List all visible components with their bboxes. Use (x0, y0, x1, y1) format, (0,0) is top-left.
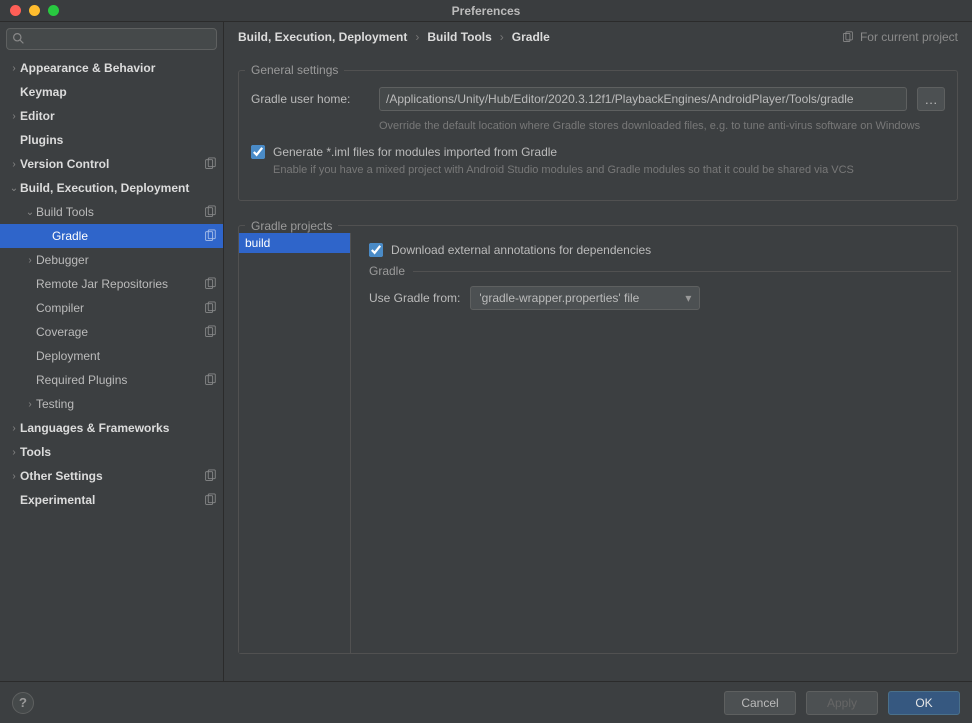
breadcrumb-part: Gradle (512, 30, 550, 44)
titlebar: Preferences (0, 0, 972, 22)
sidebar-item-experimental[interactable]: Experimental (0, 488, 223, 512)
gradle-home-hint: Override the default location where Grad… (379, 119, 945, 133)
sidebar-item-deployment[interactable]: Deployment (0, 344, 223, 368)
download-annotations-label: Download external annotations for depend… (391, 243, 651, 257)
sidebar-item-build-execution-deployment[interactable]: ⌄Build, Execution, Deployment (0, 176, 223, 200)
sidebar-item-label: Remote Jar Repositories (36, 277, 203, 291)
project-scope-icon (203, 493, 217, 507)
expander-icon: › (8, 423, 20, 434)
project-scope-icon (203, 229, 217, 243)
sidebar-item-remote-jar-repositories[interactable]: Remote Jar Repositories (0, 272, 223, 296)
chevron-right-icon: › (415, 30, 419, 44)
sidebar-item-label: Compiler (36, 301, 203, 315)
sidebar-item-label: Appearance & Behavior (20, 61, 217, 75)
sidebar-item-label: Other Settings (20, 469, 203, 483)
expander-icon: ⌄ (24, 207, 36, 218)
sidebar-item-label: Tools (20, 445, 217, 459)
sidebar-item-coverage[interactable]: Coverage (0, 320, 223, 344)
sidebar-item-editor[interactable]: ›Editor (0, 104, 223, 128)
breadcrumb-part: Build Tools (427, 30, 491, 44)
sidebar-item-label: Deployment (36, 349, 217, 363)
expander-icon: › (8, 471, 20, 482)
sidebar-item-label: Plugins (20, 133, 217, 147)
sidebar-item-label: Testing (36, 397, 217, 411)
main-panel: Build, Execution, Deployment › Build Too… (224, 22, 972, 681)
gradle-subgroup-legend: Gradle (369, 264, 413, 278)
project-scope-icon (203, 325, 217, 339)
expander-icon: › (24, 399, 36, 410)
dialog-footer: ? Cancel Apply OK (0, 681, 972, 723)
zoom-window-icon[interactable] (48, 5, 59, 16)
expander-icon: › (8, 159, 20, 170)
window-title: Preferences (0, 4, 972, 18)
expander-icon: › (24, 255, 36, 266)
expander-icon: › (8, 111, 20, 122)
project-scope-icon (203, 277, 217, 291)
search-input[interactable] (6, 28, 217, 50)
sidebar-item-label: Debugger (36, 253, 217, 267)
minimize-window-icon[interactable] (29, 5, 40, 16)
breadcrumb-part: Build, Execution, Deployment (238, 30, 407, 44)
gradle-projects-group: Gradle projects build Download external … (238, 219, 958, 654)
project-scope-icon (203, 157, 217, 171)
browse-button[interactable]: … (917, 87, 945, 111)
sidebar-item-label: Required Plugins (36, 373, 203, 387)
sidebar-item-label: Editor (20, 109, 217, 123)
sidebar-item-label: Languages & Frameworks (20, 421, 217, 435)
gradle-project-item[interactable]: build (239, 233, 350, 253)
expander-icon: ⌄ (8, 183, 20, 194)
copy-icon (841, 31, 854, 44)
project-scope-icon (203, 205, 217, 219)
breadcrumb: Build, Execution, Deployment › Build Too… (224, 22, 972, 52)
sidebar-item-keymap[interactable]: Keymap (0, 80, 223, 104)
use-gradle-from-select[interactable]: 'gradle-wrapper.properties' file (470, 286, 700, 310)
help-button[interactable]: ? (12, 692, 34, 714)
project-scope-icon (203, 469, 217, 483)
general-settings-legend: General settings (245, 63, 344, 77)
ok-button[interactable]: OK (888, 691, 960, 715)
generate-iml-label: Generate *.iml files for modules importe… (273, 145, 557, 159)
project-scope-icon (203, 373, 217, 387)
sidebar-item-version-control[interactable]: ›Version Control (0, 152, 223, 176)
sidebar-item-label: Coverage (36, 325, 203, 339)
sidebar-item-gradle[interactable]: Gradle (0, 224, 223, 248)
cancel-button[interactable]: Cancel (724, 691, 796, 715)
sidebar-item-label: Build Tools (36, 205, 203, 219)
sidebar-item-plugins[interactable]: Plugins (0, 128, 223, 152)
sidebar-item-testing[interactable]: ›Testing (0, 392, 223, 416)
apply-button[interactable]: Apply (806, 691, 878, 715)
sidebar-item-tools[interactable]: ›Tools (0, 440, 223, 464)
window-controls (0, 5, 59, 16)
sidebar: ›Appearance & BehaviorKeymap›EditorPlugi… (0, 22, 224, 681)
close-window-icon[interactable] (10, 5, 21, 16)
gradle-home-label: Gradle user home: (251, 92, 369, 106)
sidebar-item-label: Build, Execution, Deployment (20, 181, 217, 195)
sidebar-item-label: Experimental (20, 493, 203, 507)
generate-iml-hint: Enable if you have a mixed project with … (273, 163, 945, 177)
chevron-right-icon: › (500, 30, 504, 44)
sidebar-item-label: Keymap (20, 85, 217, 99)
sidebar-item-other-settings[interactable]: ›Other Settings (0, 464, 223, 488)
gradle-projects-legend: Gradle projects (245, 219, 338, 233)
sidebar-item-languages-frameworks[interactable]: ›Languages & Frameworks (0, 416, 223, 440)
expander-icon: › (8, 447, 20, 458)
settings-tree: ›Appearance & BehaviorKeymap›EditorPlugi… (0, 56, 223, 681)
sidebar-item-appearance-behavior[interactable]: ›Appearance & Behavior (0, 56, 223, 80)
project-scope-icon (203, 301, 217, 315)
use-gradle-from-label: Use Gradle from: (369, 291, 460, 305)
sidebar-item-label: Gradle (52, 229, 203, 243)
general-settings-group: General settings Gradle user home: … Ove… (238, 63, 958, 201)
generate-iml-checkbox[interactable] (251, 145, 265, 159)
sidebar-item-compiler[interactable]: Compiler (0, 296, 223, 320)
sidebar-item-required-plugins[interactable]: Required Plugins (0, 368, 223, 392)
sidebar-item-label: Version Control (20, 157, 203, 171)
sidebar-item-debugger[interactable]: ›Debugger (0, 248, 223, 272)
gradle-home-input[interactable] (379, 87, 907, 111)
expander-icon: › (8, 63, 20, 74)
download-annotations-checkbox[interactable] (369, 243, 383, 257)
sidebar-item-build-tools[interactable]: ⌄Build Tools (0, 200, 223, 224)
scope-indicator: For current project (841, 30, 958, 44)
gradle-project-list[interactable]: build (239, 233, 351, 653)
